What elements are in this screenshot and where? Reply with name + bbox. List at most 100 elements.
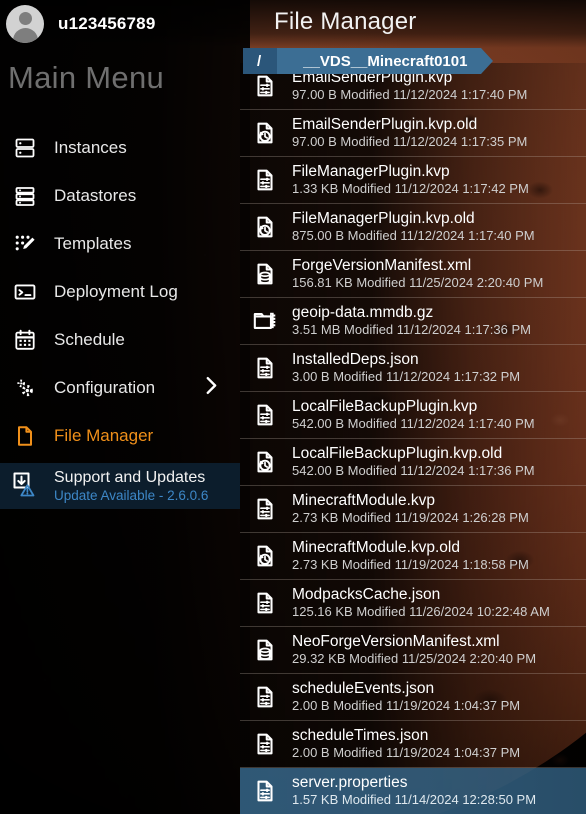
calendar-icon	[10, 325, 40, 355]
file-row[interactable]: EmailSenderPlugin.kvp.old 97.00 B Modifie…	[240, 110, 586, 157]
file-row[interactable]: MinecraftModule.kvp 2.73 KB Modified 11/1…	[240, 486, 586, 533]
file-meta: server.properties 1.57 KB Modified 11/14/…	[292, 775, 536, 808]
file-meta: FileManagerPlugin.kvp.old 875.00 B Modifi…	[292, 211, 535, 244]
file-details: 156.81 KB Modified 11/25/2024 2:20:40 PM	[292, 275, 544, 291]
file-details: 3.00 B Modified 11/12/2024 1:17:32 PM	[292, 369, 521, 385]
username-label: u123456789	[58, 14, 156, 33]
file-name: EmailSenderPlugin.kvp.old	[292, 116, 478, 133]
file-meta: ModpacksCache.json 125.16 KB Modified 11/…	[292, 587, 550, 620]
terminal-icon	[10, 277, 40, 307]
support-title: Support and Updates	[54, 468, 206, 486]
file-settings-icon	[250, 163, 280, 197]
file-meta: scheduleTimes.json 2.00 B Modified 11/19/…	[292, 728, 520, 761]
file-details: 2.73 KB Modified 11/19/2024 1:26:28 PM	[292, 510, 529, 526]
sidebar-item-file-manager[interactable]: File Manager	[0, 412, 240, 460]
file-meta: FileManagerPlugin.kvp 1.33 KB Modified 11…	[292, 164, 529, 197]
file-row[interactable]: FileManagerPlugin.kvp 1.33 KB Modified 11…	[240, 157, 586, 204]
file-list[interactable]: EmailSenderPlugin.kvp 97.00 B Modified 11…	[240, 63, 586, 814]
file-history-icon	[250, 445, 280, 479]
file-meta: InstalledDeps.json 3.00 B Modified 11/12/…	[292, 352, 520, 385]
file-details: 2.00 B Modified 11/19/2024 1:04:37 PM	[292, 698, 521, 714]
file-settings-icon	[250, 398, 280, 432]
sidebar-nav: Instances Datastores Templates Deploymen…	[0, 124, 240, 460]
main-menu-title: Main Menu	[8, 60, 165, 95]
app-window: u123456789 Main Menu Instances Datastore…	[0, 0, 586, 814]
file-name: geoip-data.mmdb.gz	[292, 304, 434, 321]
file-database-icon	[250, 633, 280, 667]
file-name: FileManagerPlugin.kvp	[292, 163, 450, 180]
file-row[interactable]: server.properties 1.57 KB Modified 11/14/…	[240, 768, 586, 814]
file-name: MinecraftModule.kvp	[292, 492, 436, 509]
file-settings-icon	[250, 680, 280, 714]
page-title: File Manager	[274, 8, 417, 35]
file-settings-icon	[250, 727, 280, 761]
file-name: ModpacksCache.json	[292, 586, 441, 603]
file-meta: MinecraftModule.kvp 2.73 KB Modified 11/1…	[292, 493, 529, 526]
file-name: LocalFileBackupPlugin.kvp.old	[292, 445, 503, 462]
sidebar-item-label: Schedule	[54, 330, 125, 349]
file-details: 2.00 B Modified 11/19/2024 1:04:37 PM	[292, 745, 521, 761]
file-row[interactable]: InstalledDeps.json 3.00 B Modified 11/12/…	[240, 345, 586, 392]
file-row[interactable]: LocalFileBackupPlugin.kvp 542.00 B Modifi…	[240, 392, 586, 439]
sidebar: u123456789 Main Menu Instances Datastore…	[0, 0, 240, 814]
file-name: MinecraftModule.kvp.old	[292, 539, 460, 556]
file-meta: LocalFileBackupPlugin.kvp.old 542.00 B Mo…	[292, 446, 535, 479]
sidebar-item-deployment-log[interactable]: Deployment Log	[0, 268, 240, 316]
file-row[interactable]: FileManagerPlugin.kvp.old 875.00 B Modifi…	[240, 204, 586, 251]
file-history-icon	[250, 116, 280, 150]
file-settings-icon	[250, 69, 280, 103]
file-details: 875.00 B Modified 11/12/2024 1:17:40 PM	[292, 228, 535, 244]
server-rack-icon	[10, 133, 40, 163]
file-database-icon	[250, 257, 280, 291]
file-row[interactable]: ForgeVersionManifest.xml 156.81 KB Modifi…	[240, 251, 586, 298]
file-details: 97.00 B Modified 11/12/2024 1:17:35 PM	[292, 134, 528, 150]
file-details: 3.51 MB Modified 11/12/2024 1:17:36 PM	[292, 322, 531, 338]
file-name: InstalledDeps.json	[292, 351, 419, 368]
sidebar-item-support-and-updates[interactable]: Support and Updates Update Available - 2…	[0, 463, 240, 509]
sidebar-item-instances[interactable]: Instances	[0, 124, 240, 172]
breadcrumb: / __VDS__Minecraft0101	[243, 48, 494, 74]
gears-icon	[10, 373, 40, 403]
sidebar-item-templates[interactable]: Templates	[0, 220, 240, 268]
sidebar-item-datastores[interactable]: Datastores	[0, 172, 240, 220]
sidebar-item-label: Instances	[54, 138, 127, 157]
file-settings-icon	[250, 351, 280, 385]
breadcrumb-root[interactable]: /	[243, 48, 290, 74]
file-meta: MinecraftModule.kvp.old 2.73 KB Modified …	[292, 540, 529, 573]
sidebar-item-configuration[interactable]: Configuration	[0, 364, 240, 412]
file-details: 29.32 KB Modified 11/25/2024 2:20:40 PM	[292, 651, 537, 667]
breadcrumb-segment[interactable]: __VDS__Minecraft0101	[277, 48, 494, 74]
file-settings-icon	[250, 492, 280, 526]
file-name: LocalFileBackupPlugin.kvp	[292, 398, 478, 415]
file-row[interactable]: scheduleTimes.json 2.00 B Modified 11/19/…	[240, 721, 586, 768]
file-row[interactable]: MinecraftModule.kvp.old 2.73 KB Modified …	[240, 533, 586, 580]
file-meta: geoip-data.mmdb.gz 3.51 MB Modified 11/12…	[292, 305, 531, 338]
template-edit-icon	[10, 229, 40, 259]
file-name: NeoForgeVersionManifest.xml	[292, 633, 500, 650]
download-warning-icon	[10, 469, 40, 504]
file-name: scheduleTimes.json	[292, 727, 429, 744]
file-row[interactable]: LocalFileBackupPlugin.kvp.old 542.00 B Mo…	[240, 439, 586, 486]
file-row[interactable]: scheduleEvents.json 2.00 B Modified 11/19…	[240, 674, 586, 721]
sidebar-item-label: Configuration	[54, 378, 156, 397]
file-details: 542.00 B Modified 11/12/2024 1:17:36 PM	[292, 463, 535, 479]
file-row[interactable]: ModpacksCache.json 125.16 KB Modified 11/…	[240, 580, 586, 627]
file-meta: EmailSenderPlugin.kvp.old 97.00 B Modifie…	[292, 117, 527, 150]
file-meta: ForgeVersionManifest.xml 156.81 KB Modifi…	[292, 258, 543, 291]
file-details: 97.00 B Modified 11/12/2024 1:17:40 PM	[292, 87, 528, 103]
archive-icon	[250, 304, 280, 338]
file-manager-pane: File Manager / __VDS__Minecraft0101 Emai…	[240, 0, 586, 814]
file-details: 1.57 KB Modified 11/14/2024 12:28:50 PM	[292, 792, 537, 808]
file-settings-icon	[250, 586, 280, 620]
datastore-icon	[10, 181, 40, 211]
user-account-row[interactable]: u123456789	[0, 0, 240, 48]
file-row[interactable]: NeoForgeVersionManifest.xml 29.32 KB Modi…	[240, 627, 586, 674]
sidebar-item-schedule[interactable]: Schedule	[0, 316, 240, 364]
file-row[interactable]: geoip-data.mmdb.gz 3.51 MB Modified 11/12…	[240, 298, 586, 345]
file-name: ForgeVersionManifest.xml	[292, 257, 472, 274]
file-meta: NeoForgeVersionManifest.xml 29.32 KB Modi…	[292, 634, 536, 667]
file-details: 542.00 B Modified 11/12/2024 1:17:40 PM	[292, 416, 535, 432]
file-name: FileManagerPlugin.kvp.old	[292, 210, 475, 227]
file-name: scheduleEvents.json	[292, 680, 435, 697]
sidebar-item-label: Templates	[54, 234, 132, 253]
